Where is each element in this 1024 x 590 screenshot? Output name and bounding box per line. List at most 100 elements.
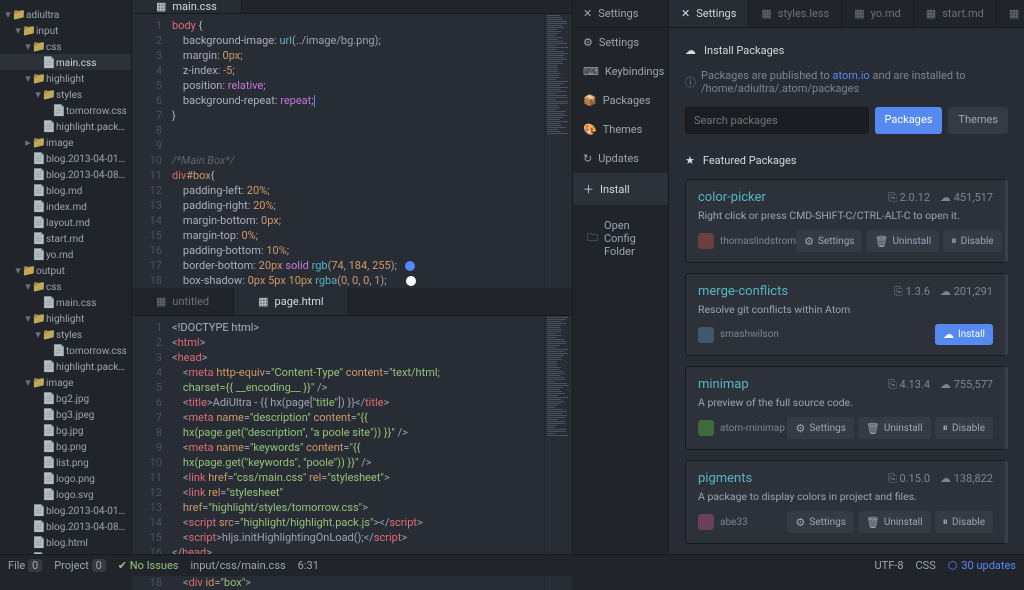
tree-item[interactable]: ▾📁highlight bbox=[0, 310, 131, 326]
install-note: ⓘ Packages are published to atom.io and … bbox=[685, 69, 1008, 95]
package-downloads: ☁ 138,822 bbox=[940, 472, 993, 486]
status-issues[interactable]: ✔ No Issues bbox=[118, 559, 179, 572]
tree-item[interactable]: ▾📁input bbox=[0, 22, 131, 38]
tree-item[interactable]: 📄main.css bbox=[0, 54, 131, 70]
status-updates[interactable]: ⬡ 30 updates bbox=[948, 559, 1016, 572]
package-author[interactable]: thomaslindstrom bbox=[698, 233, 796, 249]
status-path[interactable]: input/css/main.css bbox=[191, 559, 286, 572]
settings-button[interactable]: ⚙Settings bbox=[787, 417, 853, 439]
tree-item[interactable]: ▾📁styles bbox=[0, 86, 131, 102]
tree-item[interactable]: 📄blog.html bbox=[0, 534, 131, 550]
tree-item[interactable]: 📄yo.md bbox=[0, 246, 131, 262]
uninstall-button[interactable]: 🗑Uninstall bbox=[858, 417, 931, 439]
disable-icon: ⏸ bbox=[943, 515, 949, 529]
minimap[interactable] bbox=[544, 316, 572, 590]
settings-nav-keybindings[interactable]: ⌨Keybindings bbox=[573, 57, 668, 86]
editor-tab[interactable]: ▦untitled bbox=[132, 288, 234, 315]
file-tree[interactable]: ▾📁adiultra▾📁input▾📁css📄main.css▾📁highlig… bbox=[0, 0, 132, 576]
status-language[interactable]: CSS bbox=[916, 559, 936, 572]
package-title[interactable]: pigments bbox=[698, 471, 752, 486]
tree-item[interactable]: 📄list.png bbox=[0, 454, 131, 470]
tree-item[interactable]: 📄bg.jpg bbox=[0, 422, 131, 438]
status-encoding[interactable]: UTF-8 bbox=[875, 559, 904, 572]
package-title[interactable]: minimap bbox=[698, 377, 749, 392]
package-author[interactable]: abe33 bbox=[698, 514, 748, 530]
open-config-folder-button[interactable]: 🗀 Open Config Folder bbox=[579, 211, 662, 266]
tree-item[interactable]: 📄index.md bbox=[0, 198, 131, 214]
code-area[interactable]: <!DOCTYPE html><html><head> <meta http-e… bbox=[172, 316, 544, 590]
disable-button[interactable]: ⏸Disable bbox=[935, 511, 993, 533]
packages-segment-button[interactable]: Packages bbox=[875, 107, 943, 134]
code-area[interactable]: body { background-image: url(../image/bg… bbox=[172, 14, 544, 288]
uninstall-button[interactable]: 🗑Uninstall bbox=[858, 511, 931, 533]
tree-item[interactable]: 📄bg2.jpg bbox=[0, 390, 131, 406]
tree-item[interactable]: ▾📁image bbox=[0, 374, 131, 390]
tree-item[interactable]: 📄logo.svg bbox=[0, 486, 131, 502]
avatar bbox=[698, 233, 714, 249]
tree-item[interactable]: 📄highlight.pack.js bbox=[0, 358, 131, 374]
package-version: ⎘ 2.0.12 bbox=[888, 191, 930, 205]
tree-item[interactable]: 📄blog.2013-04-01.Holy_Gr bbox=[0, 150, 131, 166]
editor-tab[interactable]: ▦styles.less bbox=[749, 0, 842, 27]
star-icon: ★ bbox=[685, 154, 695, 167]
tree-item[interactable]: 📄layout.md bbox=[0, 214, 131, 230]
install-button[interactable]: ☁Install bbox=[935, 324, 993, 345]
tree-item[interactable]: 📄main.css bbox=[0, 294, 131, 310]
tree-item[interactable]: 📄bg3.jpeg bbox=[0, 406, 131, 422]
package-description: Resolve git conflicts within Atom bbox=[698, 303, 993, 316]
settings-nav-updates[interactable]: ↻Updates bbox=[573, 144, 668, 173]
updates-icon: ↻ bbox=[583, 152, 592, 165]
tree-item[interactable]: ▾📁highlight bbox=[0, 70, 131, 86]
tree-item[interactable]: 📄blog.2013-04-08.Lorem_I bbox=[0, 166, 131, 182]
install-icon: ☁ bbox=[943, 328, 954, 341]
search-packages-input[interactable] bbox=[685, 107, 869, 134]
package-author[interactable]: atom-minimap bbox=[698, 420, 785, 436]
editor-tab[interactable]: ✕Settings bbox=[669, 0, 749, 27]
file-icon: ▦ bbox=[926, 7, 936, 20]
minimap[interactable] bbox=[544, 14, 572, 288]
editor-tab[interactable]: ▦start.md bbox=[914, 0, 997, 27]
tree-item[interactable]: ▾📁css bbox=[0, 278, 131, 294]
tree-item[interactable]: 📄start.md bbox=[0, 230, 131, 246]
themes-segment-button[interactable]: Themes bbox=[948, 107, 1008, 134]
tree-item[interactable]: 📄blog.md bbox=[0, 182, 131, 198]
editor-tab[interactable]: ▦page.html bbox=[234, 288, 348, 315]
editor-tab[interactable]: ▦main.css bbox=[997, 0, 1024, 27]
status-project[interactable]: Project 0 bbox=[54, 559, 106, 572]
editor-tab[interactable]: ▦yo.md bbox=[842, 0, 914, 27]
disable-button[interactable]: ⏸Disable bbox=[935, 417, 993, 439]
tree-item[interactable]: ▸📁image bbox=[0, 134, 131, 150]
tree-item[interactable]: ▾📁css bbox=[0, 38, 131, 54]
status-cursor-pos[interactable]: 6:31 bbox=[298, 559, 319, 572]
disable-button[interactable]: ⏸Disable bbox=[943, 230, 1001, 252]
tree-item[interactable]: 📄bg.png bbox=[0, 438, 131, 454]
tree-item[interactable]: ▾📁styles bbox=[0, 326, 131, 342]
tree-item[interactable]: 📄logo.png bbox=[0, 470, 131, 486]
css-editor-pane[interactable]: 123456789101112131415161718 body { backg… bbox=[132, 14, 572, 288]
file-icon: ▦ bbox=[761, 7, 771, 20]
editor-tab[interactable]: ▦main.css bbox=[132, 0, 242, 13]
tree-item[interactable]: 📄highlight.pack.js bbox=[0, 118, 131, 134]
tree-item[interactable]: 📄tomorrow.css bbox=[0, 342, 131, 358]
uninstall-button[interactable]: 🗑Uninstall bbox=[866, 230, 939, 252]
status-file[interactable]: File 0 bbox=[8, 559, 42, 572]
tree-item[interactable]: 📄tomorrow.css bbox=[0, 102, 131, 118]
settings-button[interactable]: ⚙Settings bbox=[787, 511, 853, 533]
html-editor-pane[interactable]: 123456789101112131415161718 <!DOCTYPE ht… bbox=[132, 316, 572, 590]
settings-nav-settings[interactable]: ⚙Settings bbox=[573, 28, 668, 57]
tree-item[interactable]: ▾📁adiultra bbox=[0, 6, 131, 22]
settings-nav-install[interactable]: ＋Install bbox=[573, 173, 668, 205]
wrench-icon: ✕ bbox=[583, 7, 592, 20]
install-icon: ＋ bbox=[583, 181, 594, 197]
settings-nav-themes[interactable]: 🎨Themes bbox=[573, 115, 668, 144]
package-author[interactable]: smashwilson bbox=[698, 327, 779, 343]
settings-button[interactable]: ⚙Settings bbox=[796, 230, 862, 252]
settings-nav-packages[interactable]: 📦Packages bbox=[573, 86, 668, 115]
tree-item[interactable]: ▾📁output bbox=[0, 262, 131, 278]
package-title[interactable]: color-picker bbox=[698, 190, 766, 205]
tree-item[interactable]: 📄blog.2013-04-01.Holy_Gr bbox=[0, 502, 131, 518]
atom-io-link[interactable]: atom.io bbox=[833, 69, 870, 82]
package-title[interactable]: merge-conflicts bbox=[698, 284, 788, 299]
tree-item[interactable]: 📄blog.2013-04-08.Lorem_I bbox=[0, 518, 131, 534]
uninstall-icon: 🗑 bbox=[874, 235, 888, 248]
